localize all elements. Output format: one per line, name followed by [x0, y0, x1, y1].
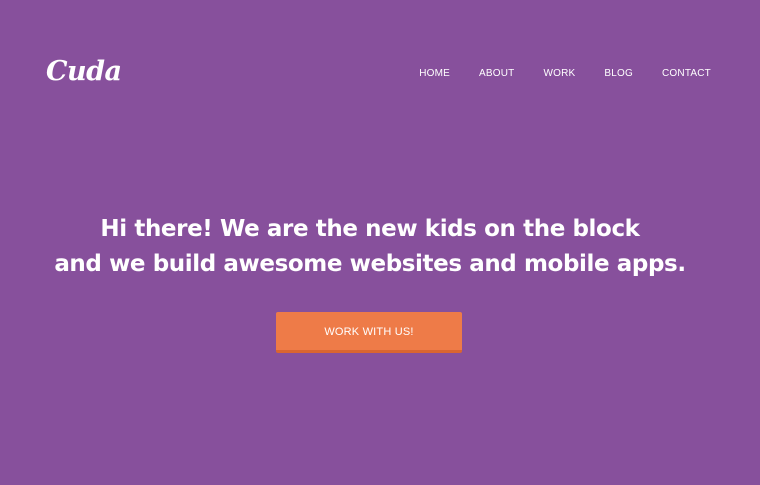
- work-with-us-button[interactable]: WORK WITH US!: [276, 312, 462, 353]
- nav-item-about[interactable]: ABOUT: [479, 66, 514, 82]
- main-nav: HOME ABOUT WORK BLOG CONTACT: [419, 66, 711, 82]
- nav-item-blog[interactable]: BLOG: [604, 66, 633, 82]
- hero-headline: Hi there! We are the new kids on the blo…: [0, 212, 740, 282]
- nav-item-home[interactable]: HOME: [419, 66, 450, 82]
- hero-headline-line-1: Hi there! We are the new kids on the blo…: [100, 216, 640, 242]
- hero-section: Cuda HOME ABOUT WORK BLOG CONTACT Hi the…: [0, 0, 760, 485]
- nav-item-contact[interactable]: CONTACT: [662, 66, 711, 82]
- nav-item-work[interactable]: WORK: [543, 66, 575, 82]
- logo[interactable]: Cuda: [46, 56, 122, 88]
- site-header: Cuda HOME ABOUT WORK BLOG CONTACT: [0, 0, 760, 150]
- hero-headline-line-2: and we build awesome websites and mobile…: [54, 251, 686, 277]
